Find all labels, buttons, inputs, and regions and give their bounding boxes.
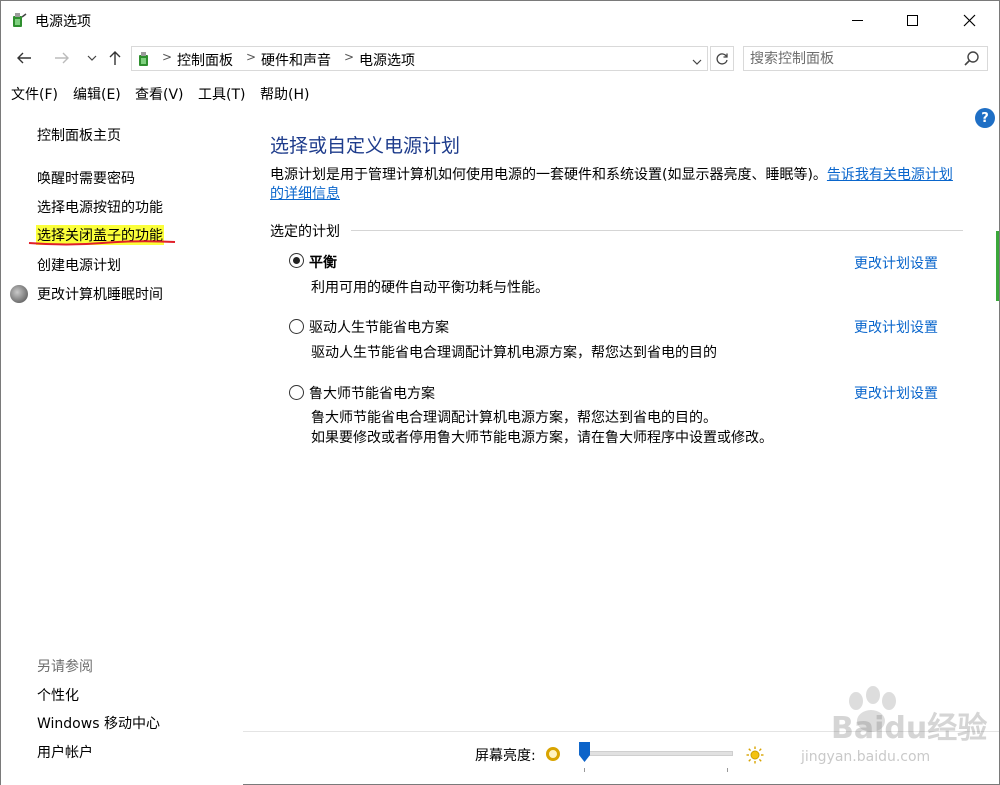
- menu-edit[interactable]: 编辑(E): [73, 84, 121, 104]
- description-text: 电源计划是用于管理计算机如何使用电源的一套硬件和系统设置(如显示器亮度、睡眠等)…: [270, 167, 827, 183]
- maximize-button[interactable]: [884, 1, 941, 39]
- breadcrumb-separator-icon: >: [344, 50, 355, 64]
- watermark-url: jingyan.baidu.com: [801, 749, 931, 765]
- moon-icon: [10, 285, 28, 303]
- refresh-icon: [716, 52, 728, 65]
- sidebar: 控制面板主页 唤醒时需要密码 选择电源按钮的功能 选择关闭盖子的功能 创建电源计…: [1, 105, 243, 785]
- navigation-bar: > 控制面板 > 硬件和声音 > 电源选项: [1, 41, 999, 77]
- breadcrumb-control-panel[interactable]: 控制面板: [177, 50, 233, 70]
- breadcrumb-separator-icon: >: [162, 50, 173, 64]
- sidebar-item-control-panel-home[interactable]: 控制面板主页: [37, 125, 121, 145]
- control-panel-icon: [139, 52, 148, 66]
- dim-brightness-icon: [546, 747, 560, 761]
- sidebar-item-mobility-center[interactable]: Windows 移动中心: [37, 713, 160, 733]
- brightness-slider-thumb[interactable]: [579, 742, 591, 762]
- power-options-window: 电源选项 > 控制面板 > 硬件和声音 > 电源选项 搜索控制面板 文件(F) …: [0, 0, 1000, 785]
- slider-tick: [727, 768, 728, 772]
- page-description: 电源计划是用于管理计算机如何使用电源的一套硬件和系统设置(如显示器亮度、睡眠等)…: [270, 166, 965, 204]
- breadcrumb-hardware-sound[interactable]: 硬件和声音: [261, 50, 331, 70]
- help-icon[interactable]: ?: [975, 108, 995, 128]
- selected-plans-heading: 选定的计划: [270, 221, 346, 241]
- plan-description-ludashi-line1: 鲁大师节能省电合理调配计算机电源方案，帮您达到省电的目的。: [311, 410, 717, 426]
- plan-name-drivergenius[interactable]: 驱动人生节能省电方案: [309, 317, 449, 337]
- change-plan-settings-link-drivergenius[interactable]: 更改计划设置: [854, 317, 938, 337]
- close-button[interactable]: [941, 1, 998, 39]
- plan-name-balanced[interactable]: 平衡: [309, 252, 337, 272]
- red-underline-annotation: [28, 240, 176, 246]
- minimize-icon: [852, 19, 863, 21]
- window-edge-accent: [996, 231, 999, 301]
- menu-tools[interactable]: 工具(T): [198, 84, 245, 104]
- menu-bar: 文件(F) 编辑(E) 查看(V) 工具(T) 帮助(H): [1, 81, 999, 105]
- sidebar-item-user-accounts[interactable]: 用户帐户: [37, 742, 93, 762]
- up-button[interactable]: [104, 47, 126, 69]
- window-title: 电源选项: [35, 14, 91, 30]
- change-plan-settings-link-ludashi[interactable]: 更改计划设置: [854, 383, 938, 403]
- plan-description-balanced: 利用可用的硬件自动平衡功耗与性能。: [311, 280, 549, 296]
- power-options-icon: [13, 13, 27, 27]
- page-title: 选择或自定义电源计划: [270, 135, 461, 157]
- brightness-slider-track[interactable]: [581, 751, 733, 756]
- breadcrumb-separator-icon: >: [246, 50, 257, 64]
- maximize-icon: [907, 14, 918, 26]
- change-plan-settings-link-balanced[interactable]: 更改计划设置: [854, 253, 938, 273]
- recent-locations-button[interactable]: [81, 47, 103, 69]
- close-icon: [963, 14, 976, 26]
- search-icon[interactable]: [963, 50, 981, 68]
- arrow-left-icon: [17, 52, 31, 64]
- address-bar[interactable]: > 控制面板 > 硬件和声音 > 电源选项: [131, 46, 708, 71]
- slider-tick: [584, 768, 585, 772]
- sidebar-item-wake-password[interactable]: 唤醒时需要密码: [37, 168, 135, 188]
- sidebar-item-personalization[interactable]: 个性化: [37, 685, 79, 705]
- sidebar-item-create-plan[interactable]: 创建电源计划: [37, 255, 121, 275]
- back-button[interactable]: [13, 47, 35, 69]
- plan-description-drivergenius: 驱动人生节能省电合理调配计算机电源方案，帮您达到省电的目的: [311, 345, 717, 361]
- plan-description-ludashi-line2: 如果要修改或者停用鲁大师节能电源方案，请在鲁大师程序中设置或修改。: [311, 430, 773, 446]
- plan-radio-balanced[interactable]: [289, 253, 304, 268]
- breadcrumb-power-options[interactable]: 电源选项: [359, 50, 415, 70]
- plan-radio-drivergenius[interactable]: [289, 319, 304, 334]
- arrow-right-icon: [55, 52, 69, 64]
- menu-file[interactable]: 文件(F): [11, 84, 58, 104]
- forward-button[interactable]: [51, 47, 73, 69]
- title-bar: 电源选项: [1, 1, 999, 39]
- section-divider: [351, 230, 963, 231]
- arrow-up-icon: [109, 51, 121, 65]
- refresh-button[interactable]: [710, 46, 734, 71]
- sidebar-item-power-button[interactable]: 选择电源按钮的功能: [37, 197, 163, 217]
- chevron-down-icon: [692, 59, 702, 65]
- minimize-button[interactable]: [829, 1, 886, 39]
- address-dropdown-button[interactable]: [688, 53, 706, 71]
- see-also-heading: 另请参阅: [37, 659, 93, 675]
- brightness-label: 屏幕亮度:: [475, 748, 536, 764]
- sidebar-item-sleep-time[interactable]: 更改计算机睡眠时间: [37, 284, 163, 304]
- chevron-down-icon: [87, 55, 97, 61]
- watermark-text: Baidu经验: [831, 711, 988, 746]
- plan-radio-ludashi[interactable]: [289, 385, 304, 400]
- menu-view[interactable]: 查看(V): [135, 84, 184, 104]
- search-box[interactable]: [743, 46, 988, 71]
- plan-name-ludashi[interactable]: 鲁大师节能省电方案: [309, 383, 435, 403]
- menu-help[interactable]: 帮助(H): [260, 84, 309, 104]
- search-input[interactable]: [750, 49, 955, 68]
